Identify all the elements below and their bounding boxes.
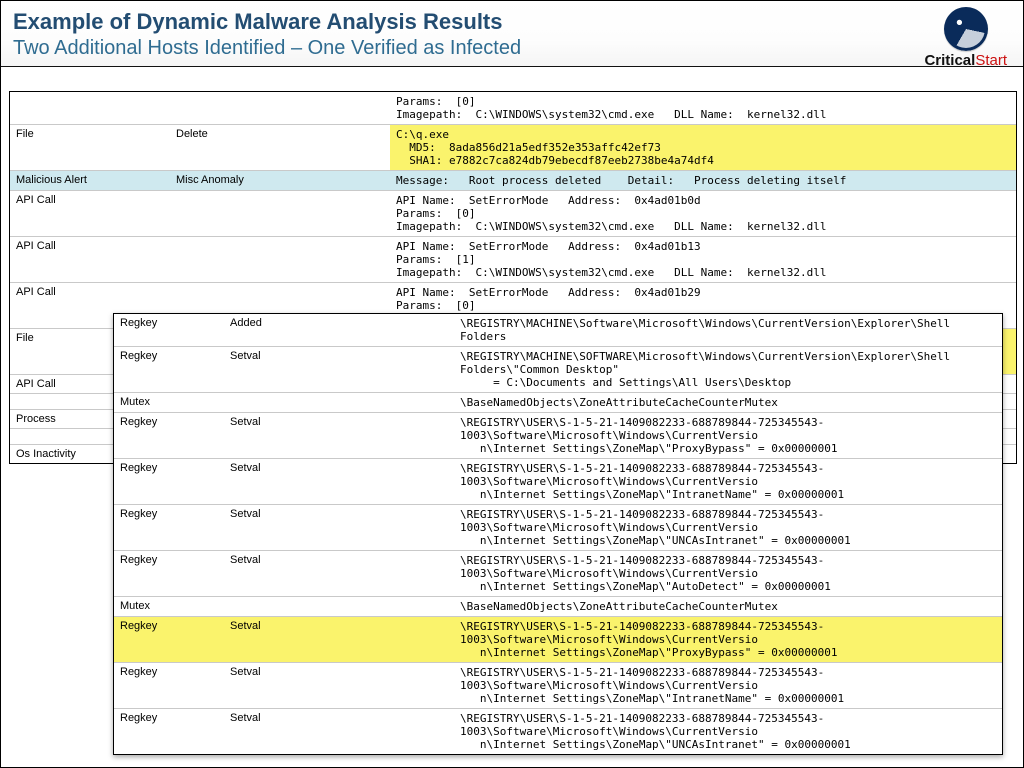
- cell-type: Regkey: [114, 505, 224, 550]
- cell-type: Regkey: [114, 551, 224, 596]
- cell-type: [10, 92, 170, 124]
- cell-type: Regkey: [114, 314, 224, 346]
- cell-detail: API Name: SetErrorMode Address: 0x4ad01b…: [390, 237, 1016, 282]
- table-row: RegkeySetval\REGISTRY\USER\S-1-5-21-1409…: [114, 412, 1002, 458]
- cell-detail: \REGISTRY\MACHINE\Software\Microsoft\Win…: [454, 314, 1002, 346]
- cell-action: Added: [224, 314, 454, 346]
- table-row: FileDeleteC:\q.exe MD5: 8ada856d21a5edf3…: [10, 124, 1016, 170]
- cell-detail: \REGISTRY\USER\S-1-5-21-1409082233-68878…: [454, 551, 1002, 596]
- table-row: RegkeySetval\REGISTRY\USER\S-1-5-21-1409…: [114, 550, 1002, 596]
- cell-detail: \BaseNamedObjects\ZoneAttributeCacheCoun…: [454, 393, 1002, 412]
- cell-detail: \REGISTRY\USER\S-1-5-21-1409082233-68878…: [454, 413, 1002, 458]
- cell-type: Regkey: [114, 709, 224, 754]
- table-row: API Call API Name: SetErrorMode Address: …: [10, 236, 1016, 282]
- analysis-table-front: RegkeyAdded\REGISTRY\MACHINE\Software\Mi…: [113, 313, 1003, 755]
- cell-type: Malicious Alert: [10, 171, 170, 190]
- cell-action: Setval: [224, 459, 454, 504]
- page-title: Example of Dynamic Malware Analysis Resu…: [13, 9, 1007, 35]
- table-row: RegkeyAdded\REGISTRY\MACHINE\Software\Mi…: [114, 314, 1002, 346]
- brand-logo: CriticalStart: [924, 7, 1007, 68]
- cell-action: Setval: [224, 413, 454, 458]
- table-row: Mutex \BaseNamedObjects\ZoneAttributeCach…: [114, 392, 1002, 412]
- cell-type: Regkey: [114, 347, 224, 392]
- cell-action: [170, 237, 390, 282]
- table-row: Params: [0] Imagepath: C:\WINDOWS\system…: [10, 92, 1016, 124]
- brand-word1: Critical: [924, 52, 975, 69]
- cell-action: Setval: [224, 663, 454, 708]
- cell-detail: Message: Root process deleted Detail: Pr…: [390, 171, 1016, 190]
- cell-detail: C:\q.exe MD5: 8ada856d21a5edf352e353affc…: [390, 125, 1016, 170]
- cell-action: [170, 191, 390, 236]
- table-row: RegkeySetval\REGISTRY\MACHINE\SOFTWARE\M…: [114, 346, 1002, 392]
- table-row: RegkeySetval\REGISTRY\USER\S-1-5-21-1409…: [114, 662, 1002, 708]
- cell-detail: Params: [0] Imagepath: C:\WINDOWS\system…: [390, 92, 1016, 124]
- cell-type: Mutex: [114, 597, 224, 616]
- cell-action: Setval: [224, 709, 454, 754]
- cell-action: Setval: [224, 505, 454, 550]
- cell-action: [224, 393, 454, 412]
- cell-detail: \REGISTRY\USER\S-1-5-21-1409082233-68878…: [454, 617, 1002, 662]
- cell-type: Mutex: [114, 393, 224, 412]
- table-row: RegkeySetval\REGISTRY\USER\S-1-5-21-1409…: [114, 458, 1002, 504]
- cell-detail: \REGISTRY\USER\S-1-5-21-1409082233-68878…: [454, 709, 1002, 754]
- cell-detail: API Name: SetErrorMode Address: 0x4ad01b…: [390, 191, 1016, 236]
- cell-detail: \REGISTRY\MACHINE\SOFTWARE\Microsoft\Win…: [454, 347, 1002, 392]
- cell-action: Setval: [224, 347, 454, 392]
- cell-action: [224, 597, 454, 616]
- cell-action: Setval: [224, 551, 454, 596]
- cell-type: API Call: [10, 237, 170, 282]
- cell-detail: \REGISTRY\USER\S-1-5-21-1409082233-68878…: [454, 663, 1002, 708]
- table-row: Malicious AlertMisc AnomalyMessage: Root…: [10, 170, 1016, 190]
- cell-type: Regkey: [114, 459, 224, 504]
- cell-type: Regkey: [114, 663, 224, 708]
- title-bar: Example of Dynamic Malware Analysis Resu…: [1, 1, 1023, 67]
- brand-mark-icon: [944, 7, 988, 51]
- cell-type: Regkey: [114, 617, 224, 662]
- table-row: RegkeySetval\REGISTRY\USER\S-1-5-21-1409…: [114, 616, 1002, 662]
- cell-action: Misc Anomaly: [170, 171, 390, 190]
- table-row: RegkeySetval\REGISTRY\USER\S-1-5-21-1409…: [114, 504, 1002, 550]
- cell-detail: \BaseNamedObjects\ZoneAttributeCacheCoun…: [454, 597, 1002, 616]
- cell-detail: \REGISTRY\USER\S-1-5-21-1409082233-68878…: [454, 505, 1002, 550]
- cell-detail: \REGISTRY\USER\S-1-5-21-1409082233-68878…: [454, 459, 1002, 504]
- table-row: RegkeySetval\REGISTRY\USER\S-1-5-21-1409…: [114, 708, 1002, 754]
- cell-action: [170, 92, 390, 124]
- page-subtitle: Two Additional Hosts Identified – One Ve…: [13, 37, 1007, 60]
- cell-type: File: [10, 125, 170, 170]
- table-row: API Call API Name: SetErrorMode Address: …: [10, 190, 1016, 236]
- table-row: Mutex \BaseNamedObjects\ZoneAttributeCach…: [114, 596, 1002, 616]
- cell-type: API Call: [10, 191, 170, 236]
- cell-action: Delete: [170, 125, 390, 170]
- cell-type: Regkey: [114, 413, 224, 458]
- brand-word2: Start: [975, 52, 1007, 69]
- cell-action: Setval: [224, 617, 454, 662]
